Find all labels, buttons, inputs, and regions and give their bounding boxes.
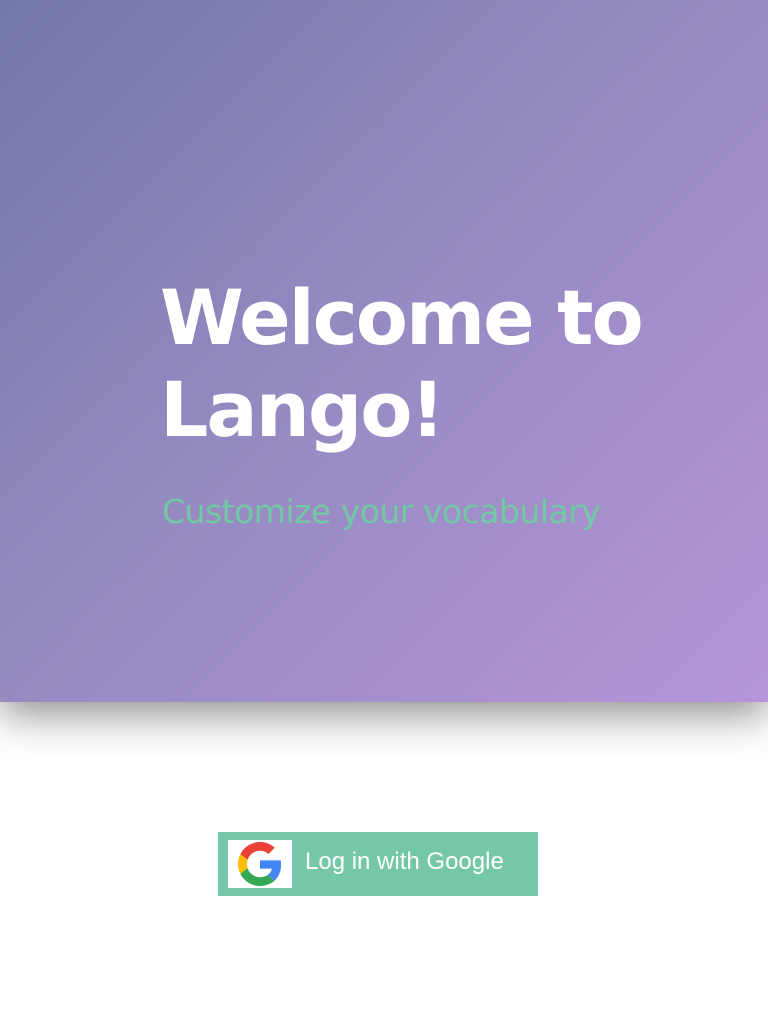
welcome-title: Welcome to Lango! (160, 273, 644, 454)
hero-banner: Welcome to Lango! Customize your vocabul… (0, 0, 768, 702)
hero-content: Welcome to Lango! Customize your vocabul… (160, 272, 680, 532)
hero-subtitle: Customize your vocabulary (162, 492, 601, 531)
google-g-icon (238, 842, 282, 886)
google-login-label: Log in with Google (305, 848, 504, 875)
google-login-button[interactable]: Log in with Google (218, 832, 538, 896)
google-logo-icon (228, 840, 292, 888)
login-section: Log in with Google (0, 702, 768, 1024)
